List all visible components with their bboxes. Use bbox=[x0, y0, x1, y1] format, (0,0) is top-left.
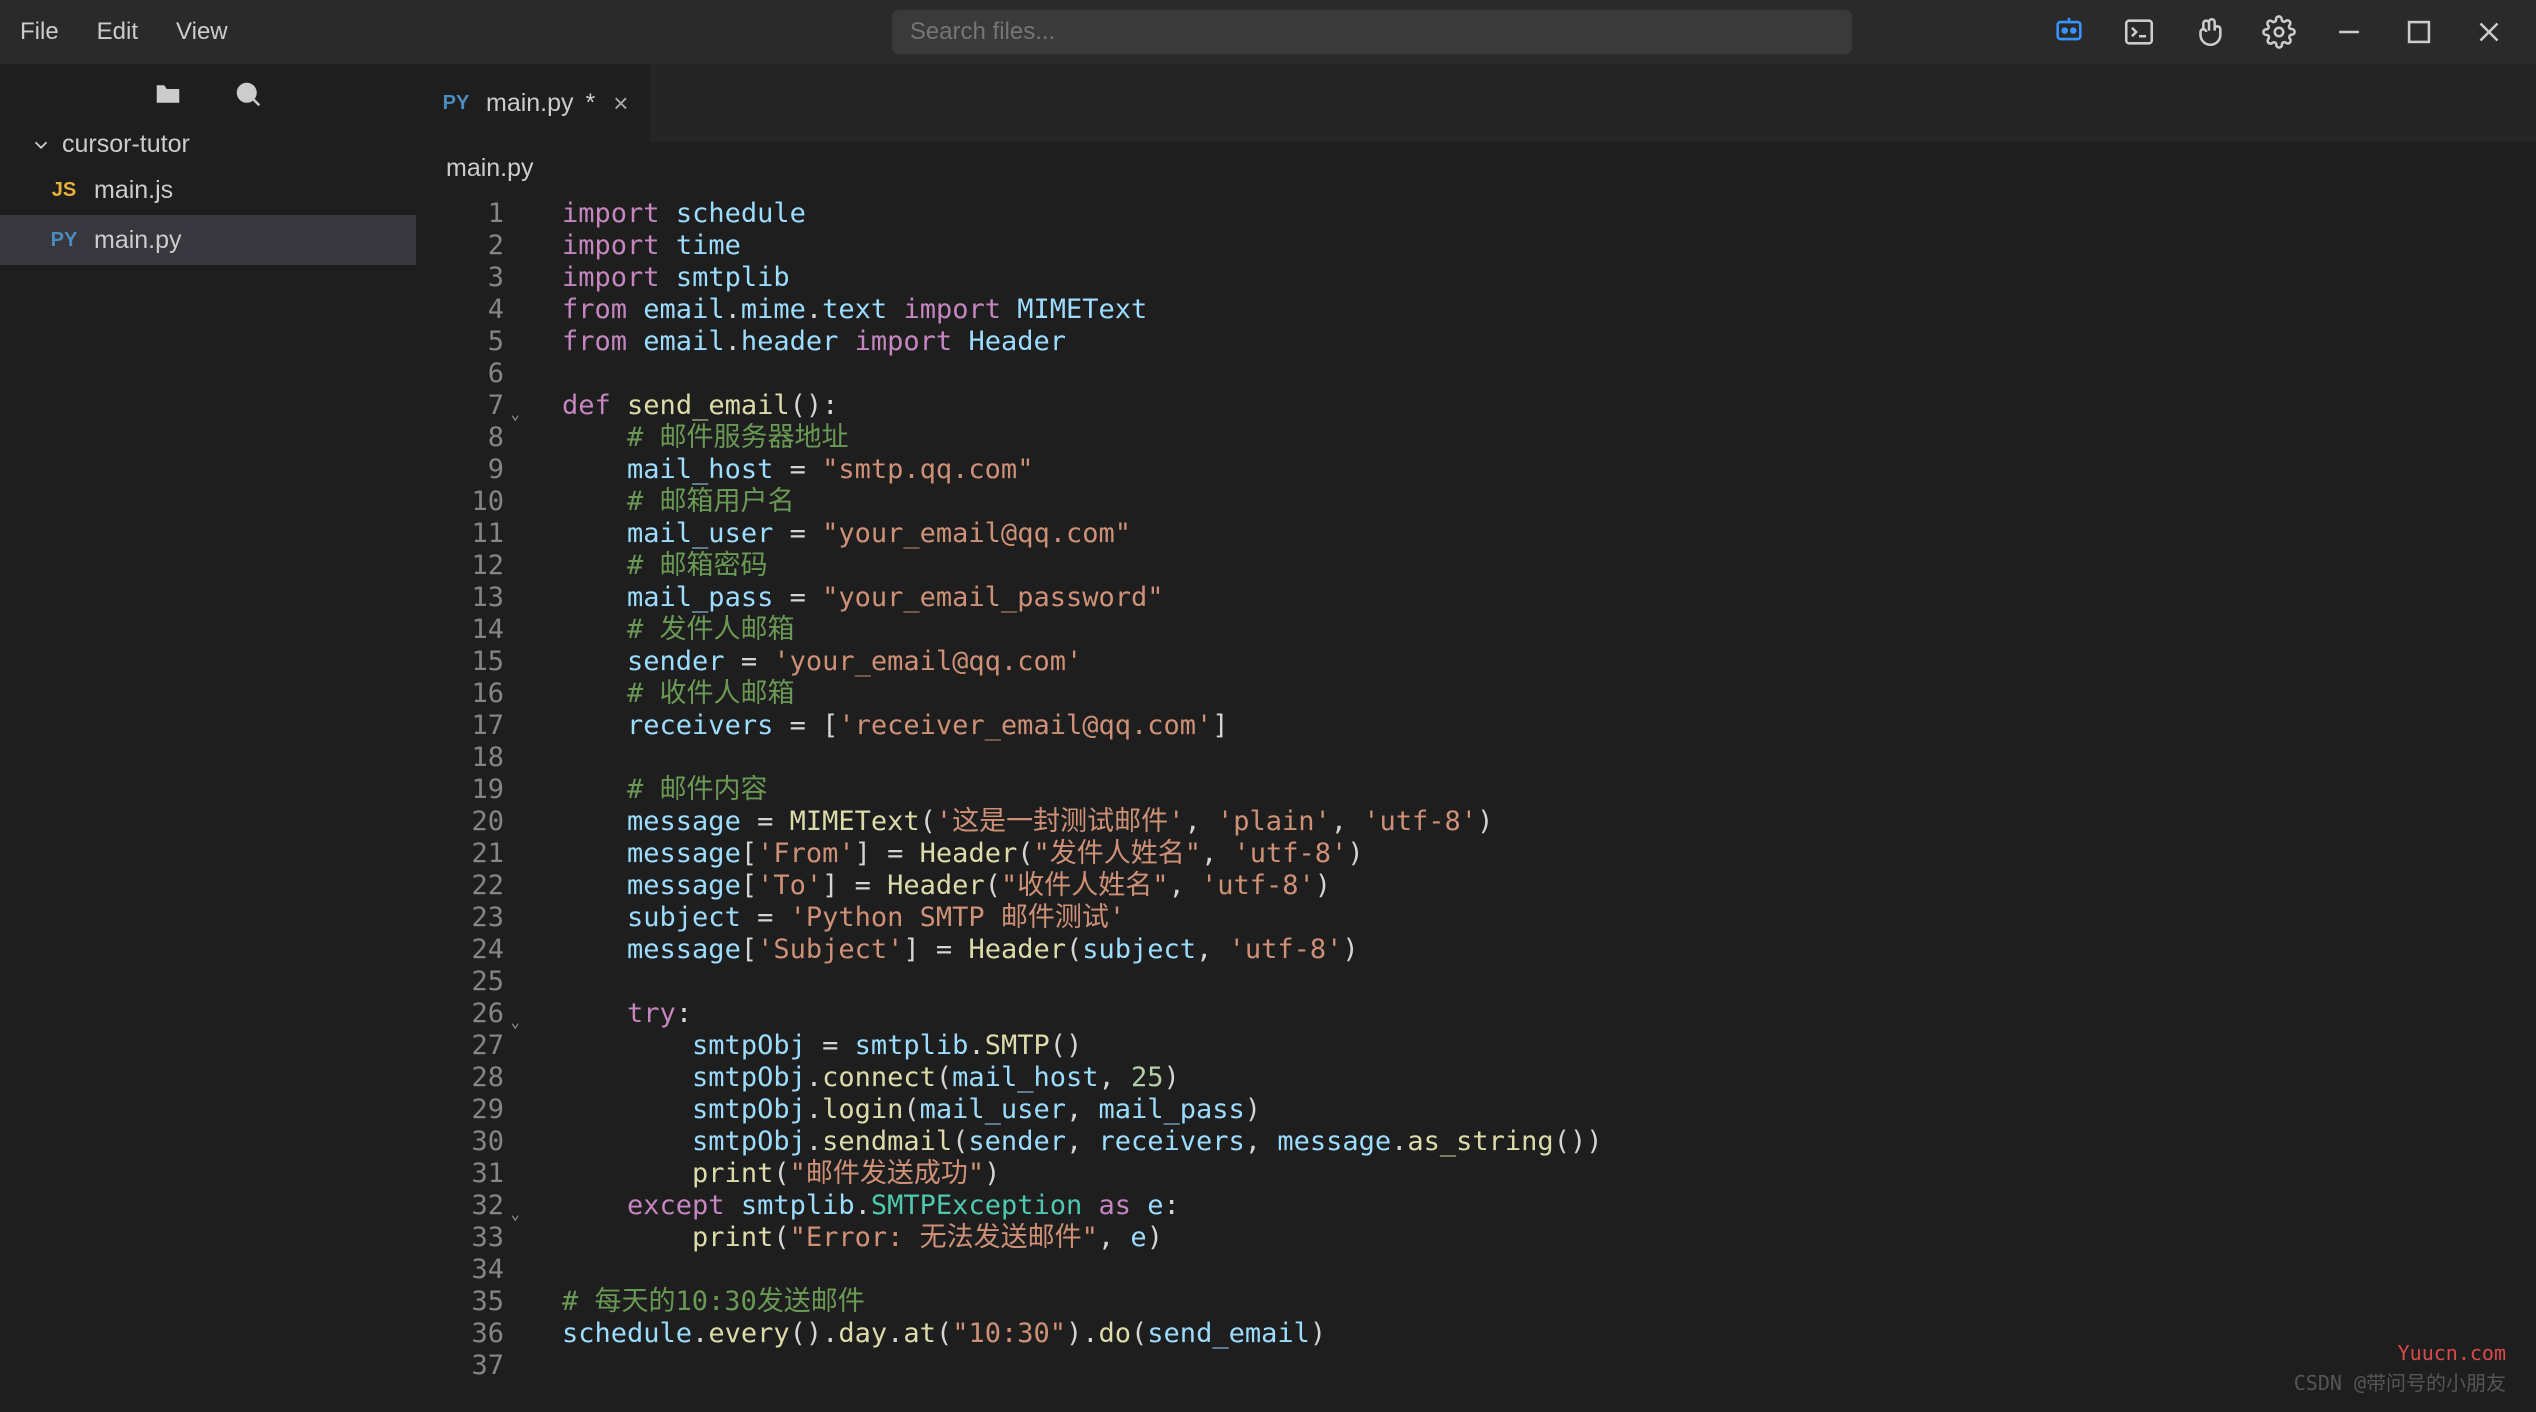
sidebar: cursor-tutor JS main.js PY main.py bbox=[0, 64, 416, 1412]
watermark-domain: Yuucn.com bbox=[2294, 1338, 2506, 1368]
file-badge: PY bbox=[438, 92, 474, 115]
breadcrumb[interactable]: main.py bbox=[416, 142, 2536, 194]
file-name: main.js bbox=[94, 176, 173, 205]
chevron-down-icon bbox=[30, 134, 52, 156]
folder-icon[interactable] bbox=[153, 79, 183, 109]
search-icon[interactable] bbox=[233, 79, 263, 109]
editor-area: PY main.py * × main.py 1234567⌄891011121… bbox=[416, 64, 2536, 1412]
project-name: cursor-tutor bbox=[62, 130, 190, 159]
menu-bar: File Edit View bbox=[20, 18, 228, 46]
tab-main-py[interactable]: PY main.py * × bbox=[416, 64, 650, 142]
file-badge: PY bbox=[46, 229, 82, 252]
titlebar: File Edit View bbox=[0, 0, 2536, 64]
menu-file[interactable]: File bbox=[20, 18, 59, 46]
tab-dirty-indicator: * bbox=[586, 89, 596, 118]
clap-icon[interactable] bbox=[2192, 15, 2226, 49]
tab-close-icon[interactable]: × bbox=[613, 88, 628, 119]
line-gutter: 1234567⌄89101112131415161718192021222324… bbox=[416, 194, 534, 1412]
terminal-icon[interactable] bbox=[2122, 15, 2156, 49]
tab-filename: main.py bbox=[486, 89, 574, 118]
ai-chat-icon[interactable] bbox=[2052, 15, 2086, 49]
maximize-icon[interactable] bbox=[2402, 15, 2436, 49]
close-icon[interactable] bbox=[2472, 15, 2506, 49]
menu-edit[interactable]: Edit bbox=[97, 18, 138, 46]
menu-view[interactable]: View bbox=[176, 18, 228, 46]
tab-bar: PY main.py * × bbox=[416, 64, 2536, 142]
code-editor[interactable]: 1234567⌄89101112131415161718192021222324… bbox=[416, 194, 2536, 1412]
code-content[interactable]: import scheduleimport timeimport smtplib… bbox=[534, 194, 2536, 1412]
watermarks: Yuucn.com CSDN @带问号的小朋友 bbox=[2294, 1338, 2506, 1398]
watermark-author: CSDN @带问号的小朋友 bbox=[2294, 1368, 2506, 1398]
title-icons bbox=[2052, 15, 2506, 49]
file-name: main.py bbox=[94, 226, 182, 255]
main-area: cursor-tutor JS main.js PY main.py PY main.… bbox=[0, 64, 2536, 1412]
gear-icon[interactable] bbox=[2262, 15, 2296, 49]
sidebar-toolbar bbox=[0, 64, 416, 124]
search-input[interactable] bbox=[910, 18, 1834, 46]
project-root[interactable]: cursor-tutor bbox=[0, 124, 416, 165]
minimize-icon[interactable] bbox=[2332, 15, 2366, 49]
file-badge: JS bbox=[46, 179, 82, 202]
file-item-main-py[interactable]: PY main.py bbox=[0, 215, 416, 265]
search-box[interactable] bbox=[892, 10, 1852, 54]
file-item-main-js[interactable]: JS main.js bbox=[0, 165, 416, 215]
